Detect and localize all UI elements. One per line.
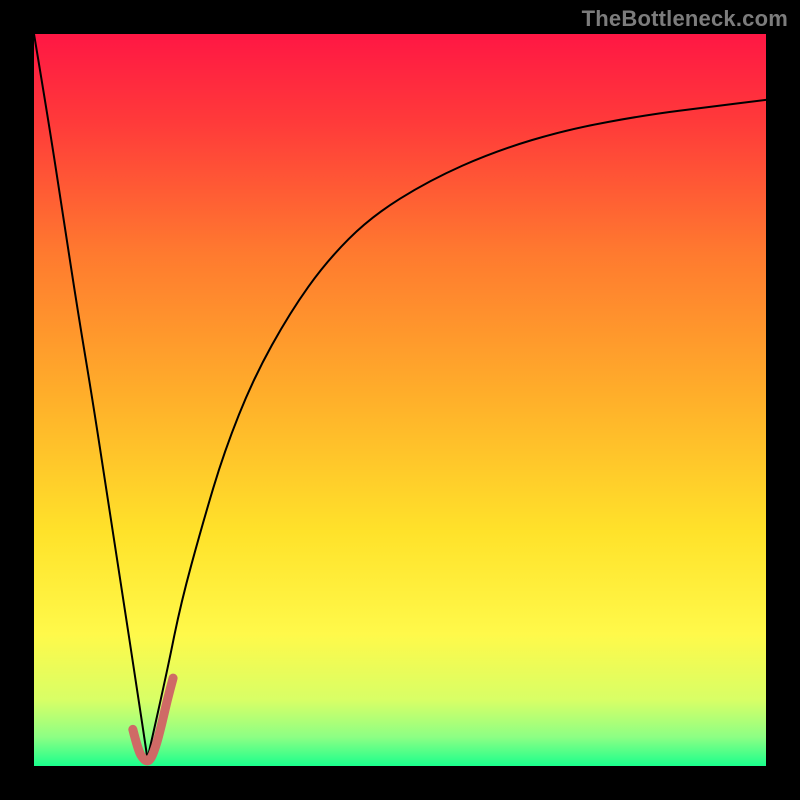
plot-area (34, 34, 766, 766)
bottleneck-chart (34, 34, 766, 766)
chart-frame: TheBottleneck.com (0, 0, 800, 800)
gradient-background (34, 34, 766, 766)
attribution-text: TheBottleneck.com (582, 6, 788, 32)
